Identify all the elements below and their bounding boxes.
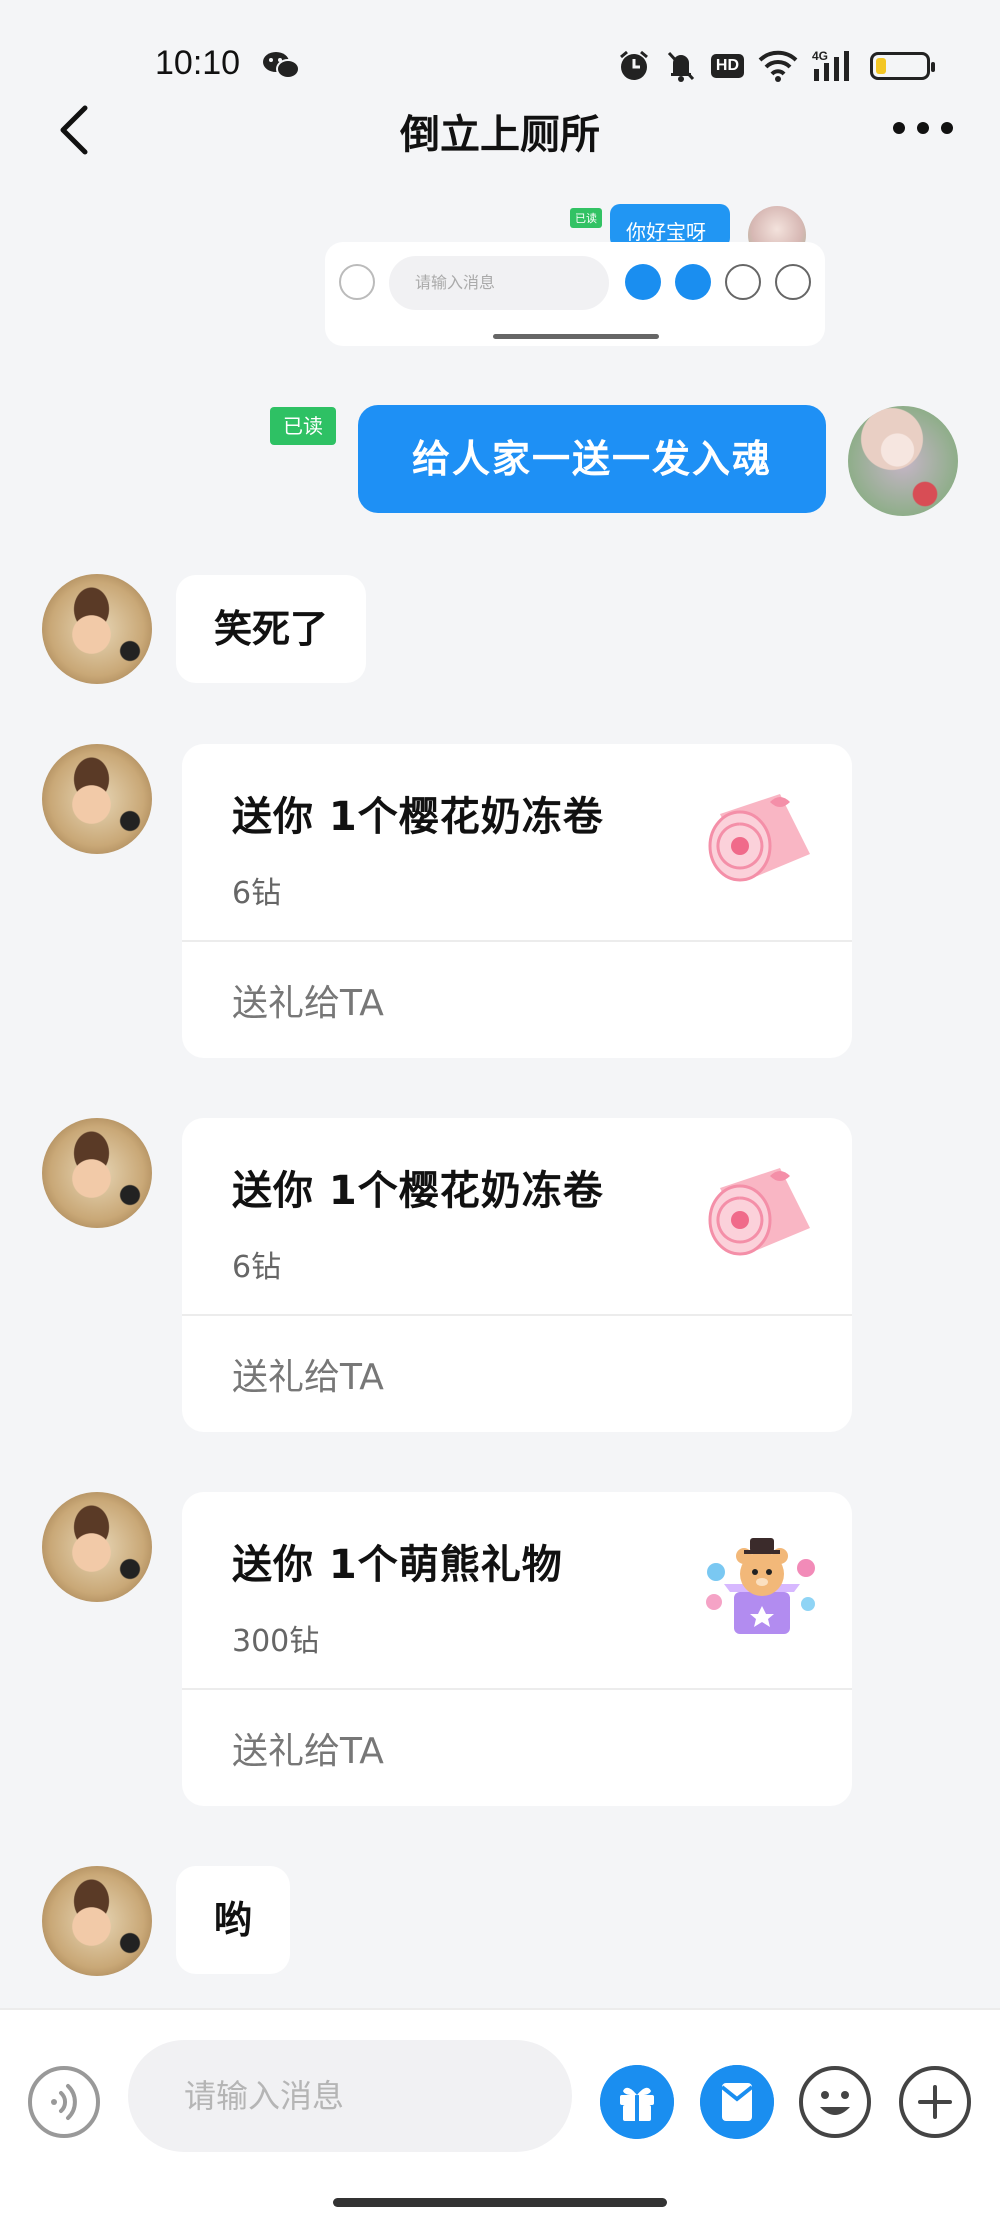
alarm-icon xyxy=(619,50,648,80)
send-gift-button[interactable]: 送礼给TA xyxy=(232,1722,384,1774)
battery-icon xyxy=(870,52,935,80)
contact-avatar[interactable] xyxy=(42,574,152,684)
contact-avatar[interactable] xyxy=(42,1866,152,1976)
chat-title: 倒立上厕所 xyxy=(400,112,600,158)
mini-red-packet-icon xyxy=(675,264,711,300)
send-gift-button[interactable]: 送礼给TA xyxy=(232,1348,384,1400)
red-packet-icon[interactable] xyxy=(700,2065,774,2139)
mini-voice-icon xyxy=(339,264,375,300)
input-bar xyxy=(0,2008,1000,2224)
sakura-milk-roll-icon xyxy=(708,1168,810,1256)
send-gift-button[interactable]: 送礼给TA xyxy=(232,974,384,1026)
hd-badge: HD xyxy=(710,54,744,78)
voice-icon[interactable] xyxy=(27,2065,101,2139)
incoming-message[interactable]: 笑死了 xyxy=(176,575,367,683)
nav-bar: 倒立上厕所 xyxy=(0,90,1000,166)
gift-divider xyxy=(182,1314,852,1316)
svg-text:4G: 4G xyxy=(812,49,828,63)
home-indicator[interactable] xyxy=(333,2198,667,2207)
gift-title: 送你 1个樱花奶冻卷 xyxy=(232,794,604,840)
mini-read-badge: 已读 xyxy=(570,208,602,228)
gift-price: 6钻 xyxy=(232,1250,282,1285)
contact-avatar[interactable] xyxy=(42,1492,152,1602)
battery-level xyxy=(876,58,886,74)
my-avatar[interactable] xyxy=(848,406,958,516)
image-message[interactable]: 已读 你好宝呀 请输入消息 xyxy=(325,204,825,346)
cute-bear-gift-icon xyxy=(706,1538,815,1634)
contact-avatar[interactable] xyxy=(42,744,152,854)
outgoing-message[interactable]: 给人家一送一发入魂 xyxy=(358,405,826,513)
incoming-message[interactable]: 哟 xyxy=(176,1866,291,1974)
read-badge: 已读 xyxy=(270,407,336,445)
gift-icon[interactable] xyxy=(600,2065,674,2139)
mini-plus-icon xyxy=(775,264,811,300)
gift-card[interactable]: 送你 1个樱花奶冻卷 6钻 送礼给TA xyxy=(182,744,852,1058)
gift-card[interactable]: 送你 1个萌熊礼物 300钻 送礼给TA xyxy=(182,1492,852,1806)
mini-input: 请输入消息 xyxy=(389,256,609,310)
mute-bell-icon xyxy=(667,51,694,82)
sakura-milk-roll-icon xyxy=(708,794,810,882)
status-time: 10:10 xyxy=(155,44,241,82)
emoji-icon[interactable] xyxy=(798,2065,872,2139)
message-input[interactable] xyxy=(128,2040,572,2152)
gift-divider xyxy=(182,1688,852,1690)
more-icon[interactable] xyxy=(891,118,955,138)
status-icons: HD 4G xyxy=(617,46,935,86)
wifi-icon xyxy=(758,50,798,82)
gift-card[interactable]: 送你 1个樱花奶冻卷 6钻 送礼给TA xyxy=(182,1118,852,1432)
gift-title: 送你 1个樱花奶冻卷 xyxy=(232,1168,604,1214)
gift-divider xyxy=(182,940,852,942)
plus-icon[interactable] xyxy=(898,2065,972,2139)
mini-input-panel: 请输入消息 xyxy=(325,242,825,346)
gift-price: 6钻 xyxy=(232,876,282,911)
wechat-icon xyxy=(263,52,300,79)
contact-avatar[interactable] xyxy=(42,1118,152,1228)
gift-price: 300钻 xyxy=(232,1624,320,1659)
gift-title: 送你 1个萌熊礼物 xyxy=(232,1542,563,1588)
mini-emoji-icon xyxy=(725,264,761,300)
mini-gift-icon xyxy=(625,264,661,300)
signal-icon: 4G xyxy=(812,49,849,81)
mini-home-indicator xyxy=(493,334,659,339)
